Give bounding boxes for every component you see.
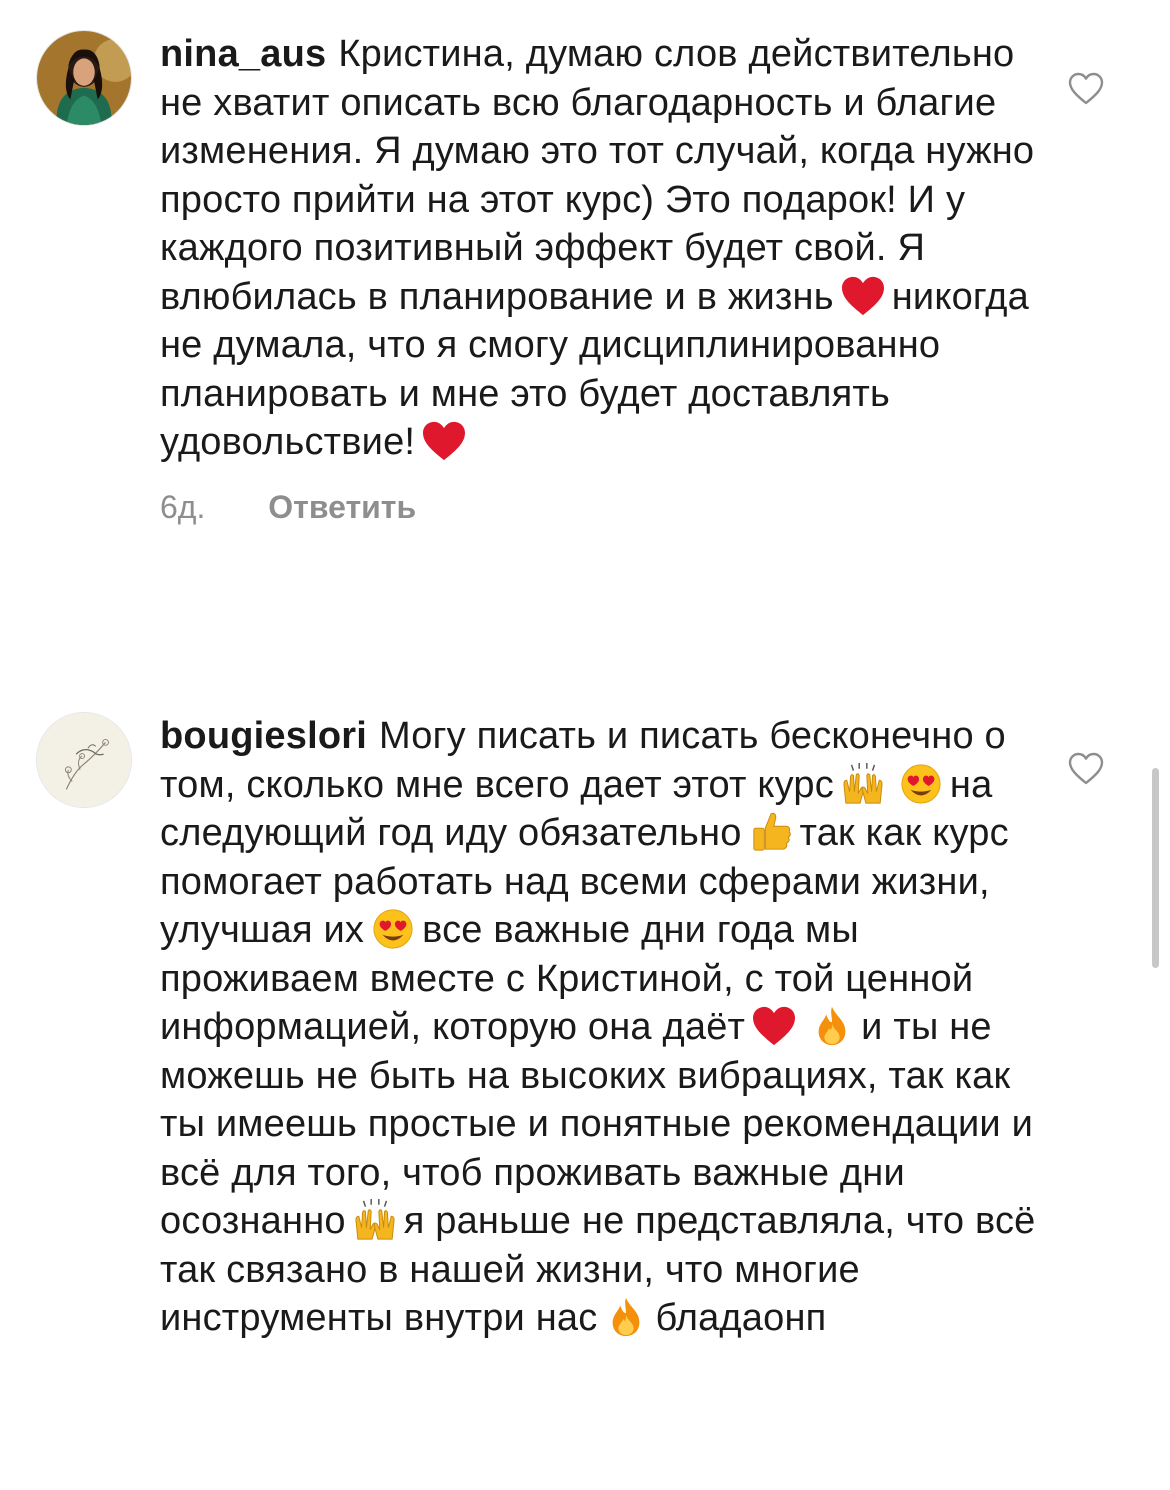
thumbs-up-emoji [748, 811, 794, 853]
comment-text: bougieslori Могу писать и писать бесконеч… [160, 712, 1040, 1343]
comment-text-segment: бладаонп [655, 1297, 827, 1339]
fire-emoji [603, 1296, 649, 1338]
red-heart-emoji [840, 275, 886, 317]
red-heart-emoji [751, 1005, 797, 1047]
avatar[interactable] [36, 30, 132, 126]
comment-username[interactable]: nina_aus [160, 33, 326, 75]
raising-hands-emoji [352, 1199, 398, 1241]
heart-eyes-emoji [898, 763, 944, 805]
fire-emoji [809, 1005, 855, 1047]
scrollbar[interactable] [1152, 768, 1159, 968]
avatar[interactable] [36, 712, 132, 808]
heart-outline-icon[interactable] [1068, 72, 1104, 106]
heart-eyes-emoji [370, 908, 416, 950]
floral-logo-avatar [37, 713, 131, 807]
red-heart-emoji [421, 420, 467, 462]
comment-time: 6д. [160, 488, 206, 525]
reply-button[interactable]: Ответить [268, 489, 416, 525]
comment-meta: 6д. Ответить [160, 487, 1040, 527]
raising-hands-emoji [840, 763, 886, 805]
comment-text: nina_aus Кристина, думаю слов действитель… [160, 30, 1040, 467]
comment-username[interactable]: bougieslori [160, 715, 367, 757]
woman-portrait-avatar [37, 31, 131, 125]
heart-outline-icon[interactable] [1068, 752, 1104, 786]
